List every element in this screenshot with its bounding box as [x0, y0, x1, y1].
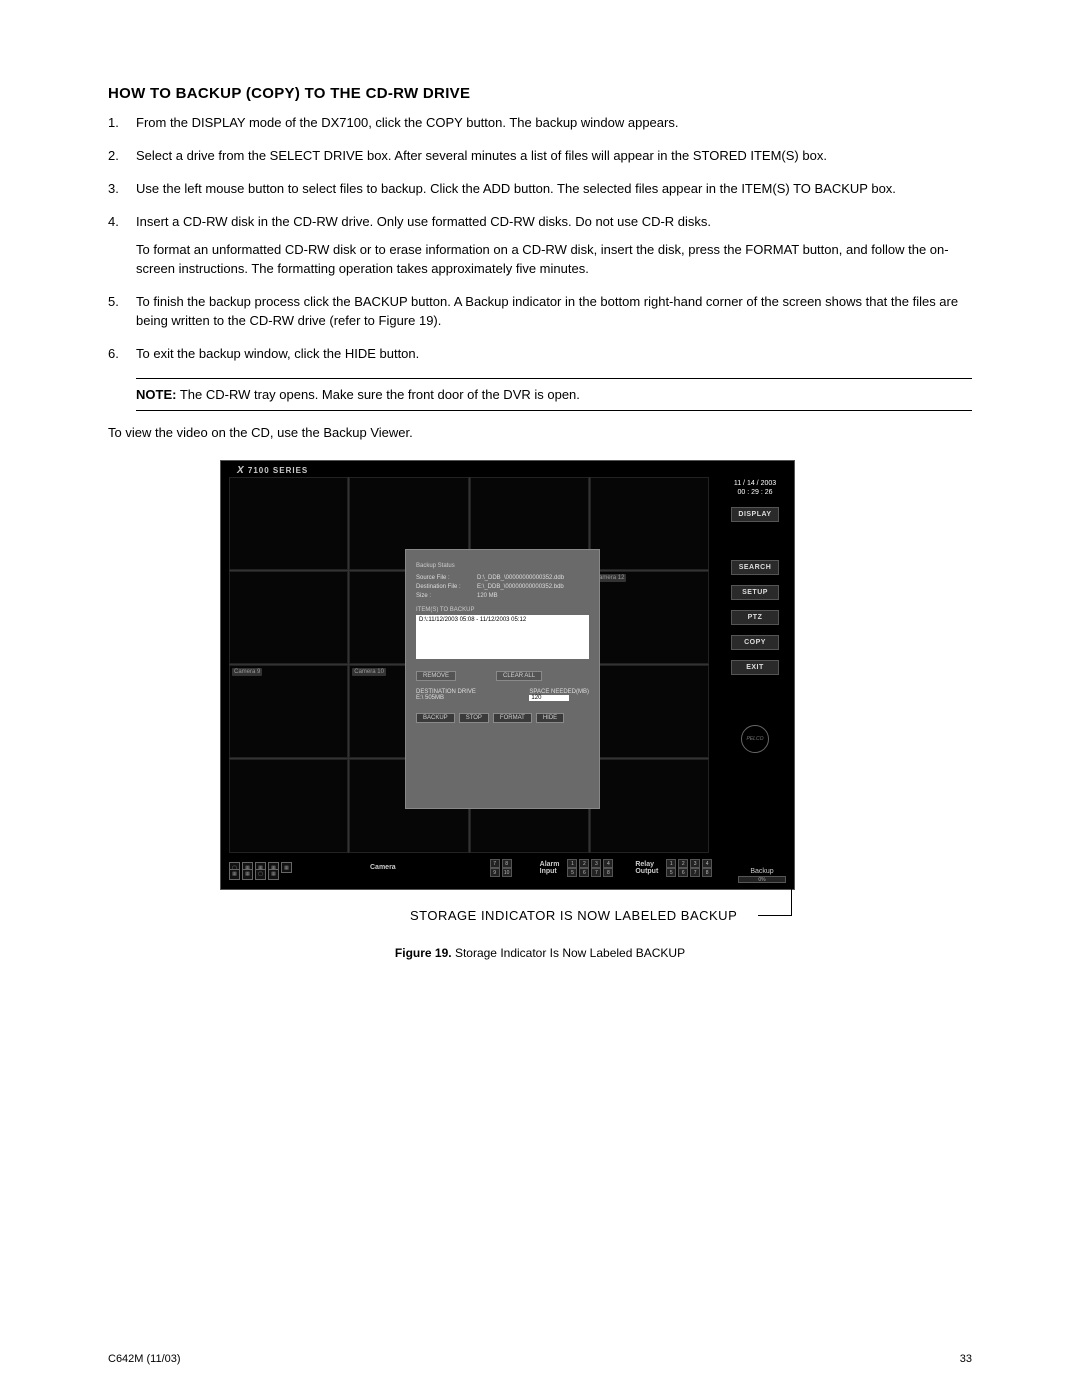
remove-button[interactable]: REMOVE — [416, 671, 456, 681]
relay-chip-8[interactable]: 8 — [702, 868, 712, 877]
step-4-extra: To format an unformatted CD-RW disk or t… — [136, 241, 972, 279]
footer-doc-id: C642M (11/03) — [108, 1353, 181, 1365]
alarm-chip-7[interactable]: 7 — [591, 868, 601, 877]
relay-chip-1[interactable]: 1 — [666, 859, 676, 868]
step-5-text: To finish the backup process click the B… — [136, 294, 958, 328]
size-value: 120 MB — [477, 593, 498, 599]
layout-10-icon[interactable]: ▦ — [229, 869, 240, 880]
source-value: D:\_DDB_\00000000000352.ddb — [477, 575, 564, 581]
step-6: To exit the backup window, click the HID… — [108, 345, 972, 364]
items-listbox[interactable]: D:\:11/12/2003 05:08 - 11/12/2003 05:12 — [416, 615, 589, 659]
items-label: ITEM(S) TO BACKUP — [416, 607, 589, 613]
steps-list: From the DISPLAY mode of the DX7100, cli… — [108, 114, 972, 364]
step-4-text: Insert a CD-RW disk in the CD-RW drive. … — [136, 214, 711, 229]
step-6-text: To exit the backup window, click the HID… — [136, 346, 419, 361]
cam-chip-8[interactable]: 8 — [502, 859, 512, 868]
layout-9-icon[interactable]: ▦ — [281, 862, 292, 873]
alarm-chip-8[interactable]: 8 — [603, 868, 613, 877]
camera-label: Camera — [370, 864, 396, 871]
backup-indicator-label: Backup — [738, 868, 786, 875]
datetime: 11 / 14 / 2003 00 : 29 : 26 — [734, 479, 776, 497]
source-key: Source File : — [416, 575, 471, 581]
step-2-text: Select a drive from the SELECT DRIVE box… — [136, 148, 827, 163]
callout-text: STORAGE INDICATOR IS NOW LABELED BACKUP — [410, 908, 737, 923]
x-logo-icon: X — [237, 465, 245, 476]
footer-page-number: 33 — [960, 1353, 972, 1365]
time-text: 00 : 29 : 26 — [734, 488, 776, 497]
cam-chip-7[interactable]: 7 — [490, 859, 500, 868]
figure-caption: Figure 19. Storage Indicator Is Now Labe… — [220, 946, 860, 960]
search-button[interactable]: SEARCH — [731, 560, 779, 575]
dvr-series-label: X 7100 SERIES — [237, 465, 308, 476]
note-label: NOTE: — [136, 387, 176, 402]
alarm-chip-1[interactable]: 1 — [567, 859, 577, 868]
relay-chip-6[interactable]: 6 — [678, 868, 688, 877]
post-note-text: To view the video on the CD, use the Bac… — [108, 425, 972, 440]
step-2: Select a drive from the SELECT DRIVE box… — [108, 147, 972, 166]
backup-indicator: Backup 0% — [738, 868, 786, 883]
camera-9-cell: Camera 9 — [229, 665, 348, 758]
relay-chip-3[interactable]: 3 — [690, 859, 700, 868]
step-4: Insert a CD-RW disk in the CD-RW drive. … — [108, 213, 972, 280]
alarm-chip-4[interactable]: 4 — [603, 859, 613, 868]
bottom-bar: ▢ ▦ ▦ ▦ ▦ ▦ ▦ ▢ ▦ Camera 7 — [229, 853, 786, 883]
side-panel: 11 / 14 / 2003 00 : 29 : 26 DISPLAY SEAR… — [724, 479, 786, 753]
step-1-text: From the DISPLAY mode of the DX7100, cli… — [136, 115, 678, 130]
backup-indicator-bar: 0% — [738, 876, 786, 883]
dvr-screenshot: X 7100 SERIES Camera 12 Camera 9 Camera … — [220, 460, 795, 890]
camera-9-label: Camera 9 — [232, 668, 262, 676]
alarm-chip-6[interactable]: 6 — [579, 868, 589, 877]
step-1: From the DISPLAY mode of the DX7100, cli… — [108, 114, 972, 133]
backup-dialog: Backup Status Source File :D:\_DDB_\0000… — [405, 549, 600, 809]
space-value: 120 — [529, 695, 569, 701]
size-key: Size : — [416, 593, 471, 599]
dest-drive-value: E:\ 505MB — [416, 695, 476, 701]
callout-line — [758, 884, 792, 916]
cam-chip-9[interactable]: 9 — [490, 868, 500, 877]
date-text: 11 / 14 / 2003 — [734, 479, 776, 488]
layout-icons-2: ▦ ▦ ▢ ▦ — [229, 869, 279, 880]
layout-13-icon[interactable]: ▦ — [242, 869, 253, 880]
backup-button[interactable]: BACKUP — [416, 713, 455, 723]
alarm-chip-5[interactable]: 5 — [567, 868, 577, 877]
ptz-button[interactable]: PTZ — [731, 610, 779, 625]
step-3-text: Use the left mouse button to select file… — [136, 181, 896, 196]
format-button[interactable]: FORMAT — [493, 713, 532, 723]
figure-label: Figure 19. — [395, 946, 452, 960]
destfile-value: E:\_DDB_\00000000000352.bdb — [477, 584, 564, 590]
exit-button[interactable]: EXIT — [731, 660, 779, 675]
relay-chip-2[interactable]: 2 — [678, 859, 688, 868]
destfile-key: Destination File : — [416, 584, 471, 590]
camera-10-label: Camera 10 — [352, 668, 386, 676]
camera-12-cell: Camera 12 — [590, 571, 709, 664]
pelco-logo-icon: PELCO — [741, 725, 769, 753]
clear-all-button[interactable]: CLEAR ALL — [496, 671, 542, 681]
setup-button[interactable]: SETUP — [731, 585, 779, 600]
relay-chip-7[interactable]: 7 — [690, 868, 700, 877]
step-3: Use the left mouse button to select file… — [108, 180, 972, 199]
figure-wrap: X 7100 SERIES Camera 12 Camera 9 Camera … — [220, 460, 860, 960]
layout-16-icon[interactable]: ▢ — [255, 869, 266, 880]
section-heading: HOW TO BACKUP (COPY) TO THE CD-RW DRIVE — [108, 85, 972, 102]
figure-caption-text: Storage Indicator Is Now Labeled BACKUP — [455, 946, 685, 960]
page-footer: C642M (11/03) 33 — [108, 1353, 972, 1365]
note-text: The CD-RW tray opens. Make sure the fron… — [180, 387, 580, 402]
alarm-chip-3[interactable]: 3 — [591, 859, 601, 868]
relay-chip-4[interactable]: 4 — [702, 859, 712, 868]
relay-chip-5[interactable]: 5 — [666, 868, 676, 877]
relay-output-label: Relay Output — [635, 861, 658, 875]
dest-drive-key: DESTINATION DRIVE — [416, 689, 476, 695]
series-text: 7100 SERIES — [248, 466, 308, 475]
display-button[interactable]: DISPLAY — [731, 507, 779, 522]
alarm-chip-2[interactable]: 2 — [579, 859, 589, 868]
step-5: To finish the backup process click the B… — [108, 293, 972, 331]
alarm-input-label: Alarm Input — [540, 861, 560, 875]
layout-seq-icon[interactable]: ▦ — [268, 869, 279, 880]
hide-button[interactable]: HIDE — [536, 713, 564, 723]
stop-button[interactable]: STOP — [459, 713, 489, 723]
cam-chip-10[interactable]: 10 — [502, 868, 512, 877]
copy-button[interactable]: COPY — [731, 635, 779, 650]
note-block: NOTE: The CD-RW tray opens. Make sure th… — [136, 378, 972, 411]
